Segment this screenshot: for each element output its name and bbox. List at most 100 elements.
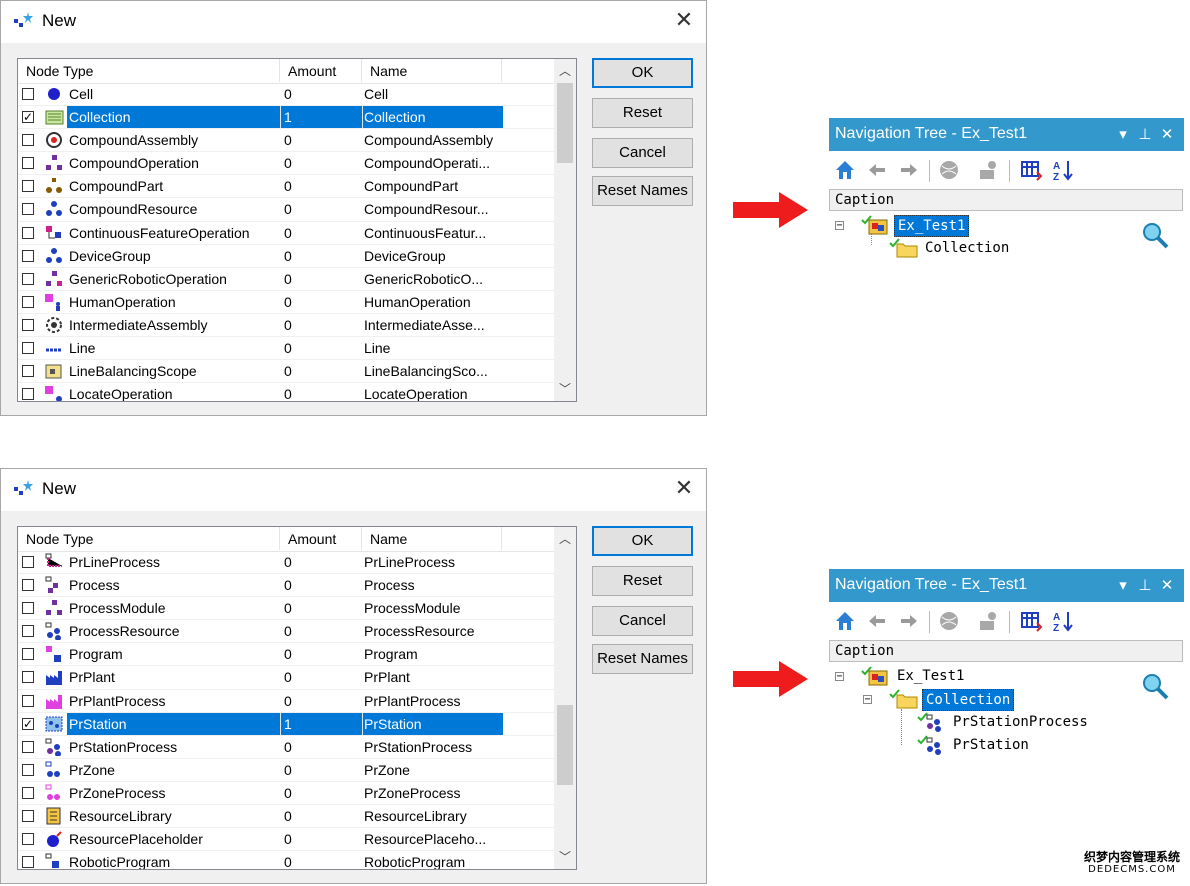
reset-button[interactable]: Reset xyxy=(592,98,693,128)
cell-amount[interactable]: 0 xyxy=(284,222,360,244)
scroll-down-icon[interactable]: ﹀ xyxy=(554,847,576,867)
cell-amount[interactable]: 0 xyxy=(284,851,360,869)
row-checkbox[interactable] xyxy=(22,648,34,661)
cell-name[interactable]: Process xyxy=(364,574,500,596)
row-checkbox[interactable] xyxy=(22,134,34,147)
forward-arrow-icon[interactable] xyxy=(897,609,921,633)
node-type-list[interactable]: Node Type Amount Name PrLineProcess 0 PrLi… xyxy=(17,526,577,870)
scroll-up-icon[interactable]: ︿ xyxy=(554,61,576,81)
cell-name[interactable]: PrStation xyxy=(364,713,500,735)
cell-amount[interactable]: 0 xyxy=(284,574,360,596)
cell-amount[interactable]: 1 xyxy=(284,713,360,735)
row-checkbox[interactable] xyxy=(22,602,34,615)
ok-button[interactable]: OK xyxy=(592,58,693,88)
table-row[interactable]: PrStationProcess 0 PrStationProcess xyxy=(18,736,554,759)
vertical-scrollbar[interactable]: ︿ ﹀ xyxy=(554,59,576,401)
table-row[interactable]: Cell 0 Cell xyxy=(18,83,554,107)
table-row[interactable]: DeviceGroup 0 DeviceGroup xyxy=(18,245,554,268)
table-row[interactable]: LineBalancingScope 0 LineBalancingSco... xyxy=(18,360,554,384)
cell-name[interactable]: CompoundResour... xyxy=(364,198,500,220)
cell-name[interactable]: PrPlant xyxy=(364,666,500,688)
cell-amount[interactable]: 0 xyxy=(284,314,360,336)
row-checkbox[interactable] xyxy=(22,249,34,262)
row-checkbox[interactable] xyxy=(22,318,34,331)
cell-name[interactable]: Cell xyxy=(364,83,500,105)
row-checkbox[interactable] xyxy=(22,694,34,707)
table-row[interactable]: CompoundOperation 0 CompoundOperati... xyxy=(18,152,554,176)
column-header-amount[interactable]: Amount xyxy=(280,527,362,550)
table-row[interactable]: Line 0 Line xyxy=(18,337,554,361)
close-icon[interactable]: ✕ xyxy=(1156,576,1178,594)
cell-amount[interactable]: 0 xyxy=(284,152,360,174)
row-checkbox[interactable] xyxy=(22,272,34,285)
table-row[interactable]: PrZone 0 PrZone xyxy=(18,759,554,782)
cell-name[interactable]: GenericRoboticO... xyxy=(364,268,500,290)
close-icon[interactable]: ✕ xyxy=(672,9,696,33)
pin-icon[interactable]: ⊥ xyxy=(1134,576,1156,594)
table-row[interactable]: CompoundAssembly 0 CompoundAssembly xyxy=(18,129,554,153)
cell-name[interactable]: Collection xyxy=(364,106,500,128)
columns-icon[interactable] xyxy=(1019,158,1043,182)
cell-name[interactable]: Program xyxy=(364,643,500,665)
row-checkbox[interactable] xyxy=(22,833,34,846)
cell-name[interactable]: PrLineProcess xyxy=(364,551,500,573)
cell-amount[interactable]: 0 xyxy=(284,83,360,105)
row-checkbox[interactable]: ✓ xyxy=(22,717,34,730)
dropdown-icon[interactable]: ▾ xyxy=(1112,576,1134,594)
cell-name[interactable]: PrZoneProcess xyxy=(364,782,500,804)
cell-amount[interactable]: 0 xyxy=(284,736,360,758)
dropdown-icon[interactable]: ▾ xyxy=(1112,125,1134,143)
row-checkbox[interactable] xyxy=(22,625,34,638)
reset-button[interactable]: Reset xyxy=(592,566,693,596)
forward-arrow-icon[interactable] xyxy=(897,158,921,182)
cell-amount[interactable]: 0 xyxy=(284,129,360,151)
sort-az-icon[interactable]: AZ xyxy=(1051,609,1075,633)
home-icon[interactable] xyxy=(833,609,857,633)
table-row[interactable]: ProcessResource 0 ProcessResource xyxy=(18,620,554,644)
row-checkbox[interactable] xyxy=(22,157,34,170)
back-arrow-icon[interactable] xyxy=(865,158,889,182)
cell-name[interactable]: PrStationProcess xyxy=(364,736,500,758)
table-row[interactable]: CompoundResource 0 CompoundResour... xyxy=(18,198,554,222)
close-icon[interactable]: ✕ xyxy=(672,477,696,501)
row-checkbox[interactable]: ✓ xyxy=(22,111,34,124)
cell-name[interactable]: ResourceLibrary xyxy=(364,805,500,827)
table-row[interactable]: ✓ PrStation 1 PrStation xyxy=(18,712,554,736)
row-checkbox[interactable] xyxy=(22,342,34,355)
cell-amount[interactable]: 0 xyxy=(284,383,360,401)
scroll-thumb[interactable] xyxy=(557,83,573,163)
row-checkbox[interactable] xyxy=(22,88,34,100)
table-row[interactable]: PrZoneProcess 0 PrZoneProcess xyxy=(18,782,554,806)
pin-icon[interactable]: ⊥ xyxy=(1134,125,1156,143)
table-row[interactable]: ResourceLibrary 0 ResourceLibrary xyxy=(18,805,554,829)
collapse-icon[interactable]: − xyxy=(835,221,844,231)
cell-name[interactable]: CompoundPart xyxy=(364,175,500,197)
sort-az-icon[interactable]: AZ xyxy=(1051,158,1075,182)
cell-amount[interactable]: 0 xyxy=(284,337,360,359)
columns-icon[interactable] xyxy=(1019,609,1043,633)
cell-amount[interactable]: 1 xyxy=(284,106,360,128)
cell-amount[interactable]: 0 xyxy=(284,597,360,619)
reset-names-button[interactable]: Reset Names xyxy=(592,176,693,206)
cell-name[interactable]: IntermediateAsse... xyxy=(364,314,500,336)
home-icon[interactable] xyxy=(833,158,857,182)
cell-name[interactable]: CompoundOperati... xyxy=(364,152,500,174)
caption-column-header[interactable]: Caption xyxy=(829,640,1183,662)
collapse-icon[interactable]: − xyxy=(835,672,844,682)
table-row[interactable]: Process 0 Process xyxy=(18,574,554,598)
ok-button[interactable]: OK xyxy=(592,526,693,556)
cell-amount[interactable]: 0 xyxy=(284,198,360,220)
magnifier-icon[interactable] xyxy=(1140,220,1170,250)
reset-names-button[interactable]: Reset Names xyxy=(592,644,693,674)
table-row[interactable]: LocateOperation 0 LocateOperation xyxy=(18,383,554,401)
cell-name[interactable]: RoboticProgram xyxy=(364,851,500,869)
table-row[interactable]: GenericRoboticOperation 0 GenericRoboticO.… xyxy=(18,268,554,291)
scroll-down-icon[interactable]: ﹀ xyxy=(554,379,576,399)
cell-name[interactable]: HumanOperation xyxy=(364,291,500,313)
table-row[interactable]: IntermediateAssembly 0 IntermediateAsse... xyxy=(18,314,554,338)
table-row[interactable]: RoboticProgram 0 RoboticProgram xyxy=(18,851,554,869)
row-checkbox[interactable] xyxy=(22,786,34,799)
scroll-up-icon[interactable]: ︿ xyxy=(554,529,576,549)
row-checkbox[interactable] xyxy=(22,203,34,216)
collapse-icon[interactable]: − xyxy=(863,695,872,705)
